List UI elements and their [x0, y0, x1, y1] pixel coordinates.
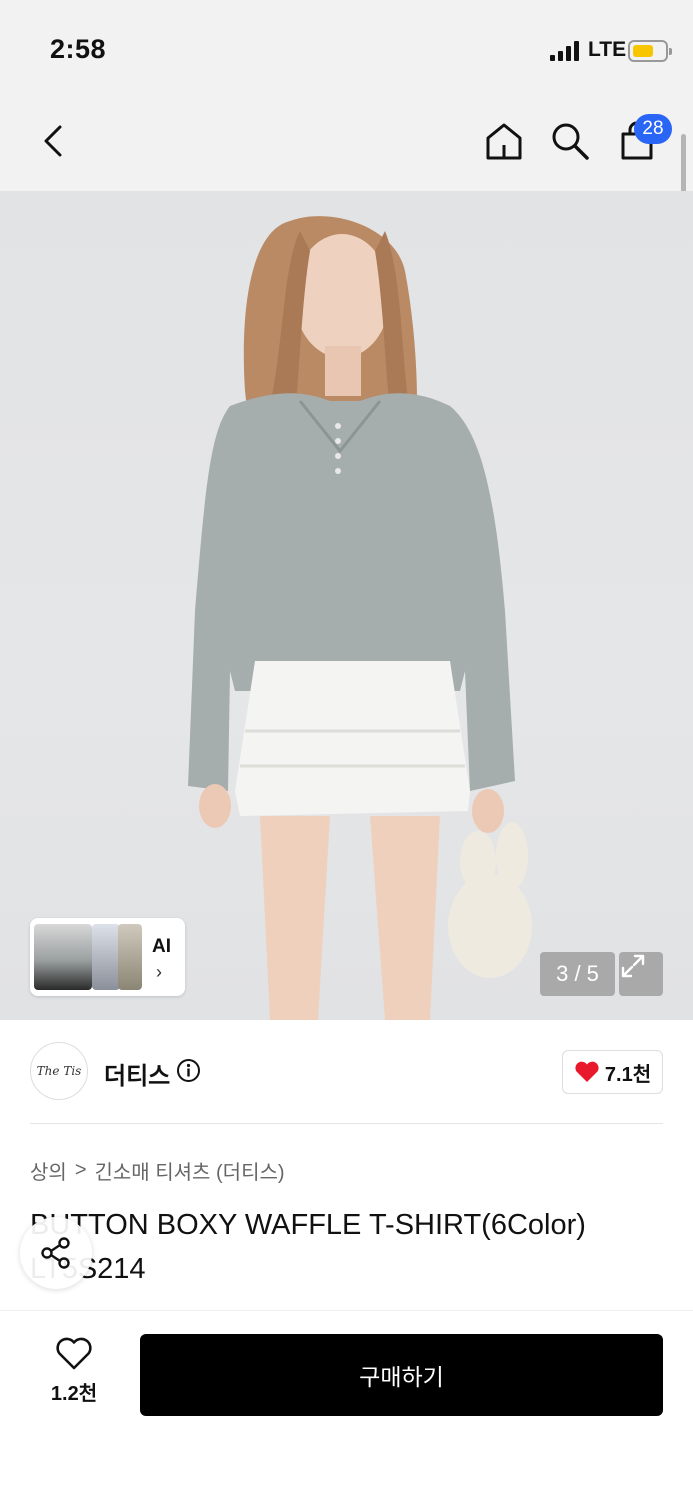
fullscreen-button[interactable]: [619, 952, 663, 996]
brand-row: The Tis 더티스 7.1천: [0, 1020, 693, 1124]
network-label: LTE: [588, 38, 627, 61]
share-icon: [41, 1237, 70, 1269]
battery-icon: [628, 40, 672, 62]
brand-name[interactable]: 더티스: [104, 1056, 170, 1091]
wishlist-count: 1.2천: [50, 1383, 98, 1405]
home-icon: [486, 123, 522, 160]
breadcrumb-separator: >: [74, 1159, 87, 1181]
home-button[interactable]: [479, 116, 529, 166]
status-time: 2:58: [50, 34, 107, 64]
product-image-carousel[interactable]: AI › 3 / 5: [0, 191, 693, 1020]
breadcrumb-category[interactable]: 상의: [30, 1156, 67, 1185]
brand-like-button[interactable]: 7.1천: [562, 1050, 663, 1094]
image-page-indicator: 3 / 5: [540, 952, 615, 996]
chevron-right-icon: ›: [156, 962, 162, 982]
share-button[interactable]: [20, 1217, 92, 1289]
ai-thumbnail-1: [34, 924, 92, 990]
ai-styling-card[interactable]: AI ›: [30, 918, 185, 996]
ai-thumbnail-3: [118, 924, 142, 990]
divider: [30, 1123, 663, 1124]
ai-label: AI: [152, 936, 171, 957]
product-photo: [188, 216, 532, 1020]
buy-button[interactable]: 구매하기: [140, 1334, 663, 1416]
expand-icon: [621, 954, 645, 978]
breadcrumb: 상의 > 긴소매 티셔츠 (더티스): [30, 1156, 285, 1185]
breadcrumb-subcategory[interactable]: 긴소매 티셔츠 (더티스): [95, 1156, 285, 1185]
brand-like-count: 7.1천: [604, 1063, 652, 1086]
search-icon: [552, 123, 589, 160]
chevron-left-icon: [44, 125, 62, 157]
heart-filled-icon: [575, 1061, 599, 1082]
brand-logo[interactable]: The Tis: [30, 1042, 88, 1100]
heart-outline-icon: [56, 1337, 92, 1370]
status-bar: 2:58 LTE: [0, 0, 693, 95]
ai-thumbnail-2: [92, 924, 120, 990]
brand-logo-text: The Tis: [36, 1064, 82, 1078]
signal-icon: [550, 41, 582, 61]
wishlist-button[interactable]: 1.2천: [40, 1337, 108, 1407]
back-button[interactable]: [28, 116, 78, 166]
search-button[interactable]: [545, 116, 595, 166]
top-nav: [0, 95, 693, 191]
product-title: BUTTON BOXY WAFFLE T-SHIRT(6Color) LT5S2…: [30, 1209, 586, 1285]
bottom-action-bar: 1.2천 구매하기: [0, 1310, 693, 1500]
info-icon[interactable]: [176, 1058, 201, 1083]
cart-count-badge: 28: [634, 114, 672, 144]
